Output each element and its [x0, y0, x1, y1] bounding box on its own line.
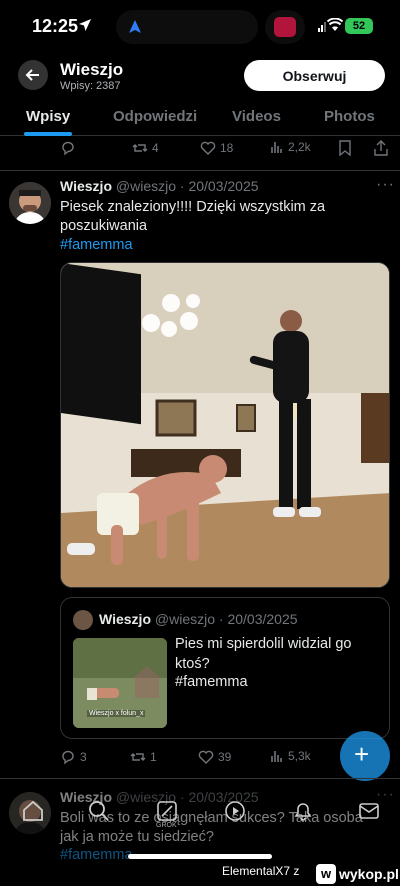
tab-posts[interactable]: Wpisy	[26, 108, 70, 125]
views-button[interactable]: 2,2k	[270, 140, 311, 154]
bookmark-icon[interactable]	[338, 140, 352, 156]
like-button[interactable]: 18	[200, 140, 233, 156]
heart-icon	[200, 141, 216, 155]
status-time: 12:25	[32, 16, 79, 36]
search-icon[interactable]	[88, 800, 110, 822]
communities-icon[interactable]	[224, 800, 246, 822]
notifications-icon[interactable]	[292, 800, 314, 822]
grok-label: GROK	[156, 822, 177, 829]
prev-tweet-actions: 4 18 2,2k	[0, 140, 400, 162]
quote-avatar	[73, 610, 93, 630]
status-bar: 12:25 52	[0, 0, 400, 52]
avatar-image	[9, 182, 51, 224]
hashtag-link[interactable]: #famemma	[60, 237, 133, 253]
like-button[interactable]: 39	[198, 749, 231, 765]
views-icon	[271, 142, 282, 153]
tweet-header: Wieszjo @wieszjo · 20/03/2025	[60, 178, 259, 194]
wykop-watermark: w wykop.pl	[316, 864, 399, 884]
quote-author-handle: @wieszjo	[154, 611, 216, 627]
quote-text: Pies mi spierdolil widzial go ktoś?	[175, 634, 385, 674]
tweet-text: Piesek znaleziony!!!! Dzięki wszystkim z…	[60, 198, 390, 236]
wifi-icon	[327, 18, 343, 31]
battery-indicator: 52	[345, 18, 373, 34]
location-arrow-icon	[79, 19, 91, 31]
thumbnail-caption: Wieszjo x folun_x	[87, 710, 146, 717]
quote-hashtag: #famemma	[175, 674, 248, 690]
like-count: 18	[220, 141, 234, 155]
retweet-icon	[130, 753, 146, 761]
heart-icon	[198, 750, 214, 764]
watermark-text: ElementalX7 z	[222, 864, 300, 878]
reply-button[interactable]	[60, 140, 80, 156]
quote-text-line: ktoś?	[175, 656, 210, 672]
like-count: 39	[218, 750, 232, 764]
tab-videos[interactable]: Videos	[232, 108, 281, 125]
active-tab-indicator	[24, 132, 72, 136]
retweet-count: 1	[150, 750, 157, 764]
quote-date: · 20/03/2025	[218, 611, 298, 627]
reply-button[interactable]: 3	[60, 749, 87, 765]
live-activity	[265, 10, 305, 44]
wykop-site: wykop.pl	[339, 866, 399, 882]
share-icon[interactable]	[374, 140, 388, 156]
more-options-icon[interactable]: ···	[376, 176, 395, 194]
views-count: 2,2k	[288, 140, 311, 154]
dynamic-island	[116, 10, 258, 44]
tweet-media-image[interactable]	[60, 262, 390, 588]
grok-icon[interactable]	[156, 800, 178, 822]
navigation-icon	[129, 20, 141, 33]
media-photo	[61, 263, 389, 587]
app-icon	[274, 17, 296, 37]
avatar[interactable]	[9, 182, 51, 224]
home-indicator	[128, 854, 272, 859]
profile-tabs: Wpisy Odpowiedzi Videos Photos	[0, 98, 400, 136]
quote-header: Wieszjo @wieszjo · 20/03/2025	[99, 611, 298, 627]
home-icon[interactable]	[22, 800, 44, 822]
views-button[interactable]: 5,3k	[270, 749, 311, 763]
author-name[interactable]: Wieszjo	[60, 178, 112, 194]
post-count: Wpisy: 2387	[60, 80, 121, 92]
views-count: 5,3k	[288, 749, 311, 763]
compose-button[interactable]: +	[340, 731, 390, 781]
back-button[interactable]	[18, 60, 48, 90]
reply-icon	[62, 750, 74, 765]
profile-header: Wieszjo Wpisy: 2387 Obserwuj	[0, 52, 400, 98]
wykop-logo-icon: w	[316, 864, 336, 884]
quoted-tweet[interactable]: Wieszjo @wieszjo · 20/03/2025 Wieszjo x …	[60, 597, 390, 739]
tweet-date: · 20/03/2025	[179, 178, 259, 194]
tweet-text-line: poszukiwania	[60, 218, 148, 234]
tweet-text-line: Piesek znaleziony!!!! Dzięki wszystkim z…	[60, 199, 326, 215]
reply-count: 3	[80, 750, 87, 764]
quote-author-name: Wieszjo	[99, 611, 151, 627]
tab-photos[interactable]: Photos	[324, 108, 375, 125]
tweet-divider	[0, 170, 400, 171]
messages-icon[interactable]	[358, 800, 380, 822]
tab-replies[interactable]: Odpowiedzi	[113, 108, 197, 125]
arrow-left-icon	[25, 69, 39, 81]
retweet-icon	[132, 144, 148, 152]
retweet-count: 4	[152, 141, 159, 155]
quote-text-line: Pies mi spierdolil widzial go	[175, 636, 352, 652]
retweet-button[interactable]: 4	[132, 140, 159, 156]
profile-name: Wieszjo	[60, 60, 124, 79]
quote-thumbnail: Wieszjo x folun_x	[73, 638, 167, 728]
retweet-button[interactable]: 1	[130, 749, 157, 765]
plus-icon: +	[354, 739, 370, 769]
follow-button[interactable]: Obserwuj	[244, 60, 385, 91]
views-icon	[271, 751, 282, 762]
reply-icon	[62, 141, 74, 156]
author-handle[interactable]: @wieszjo	[116, 178, 176, 194]
tweet-divider	[0, 778, 400, 779]
